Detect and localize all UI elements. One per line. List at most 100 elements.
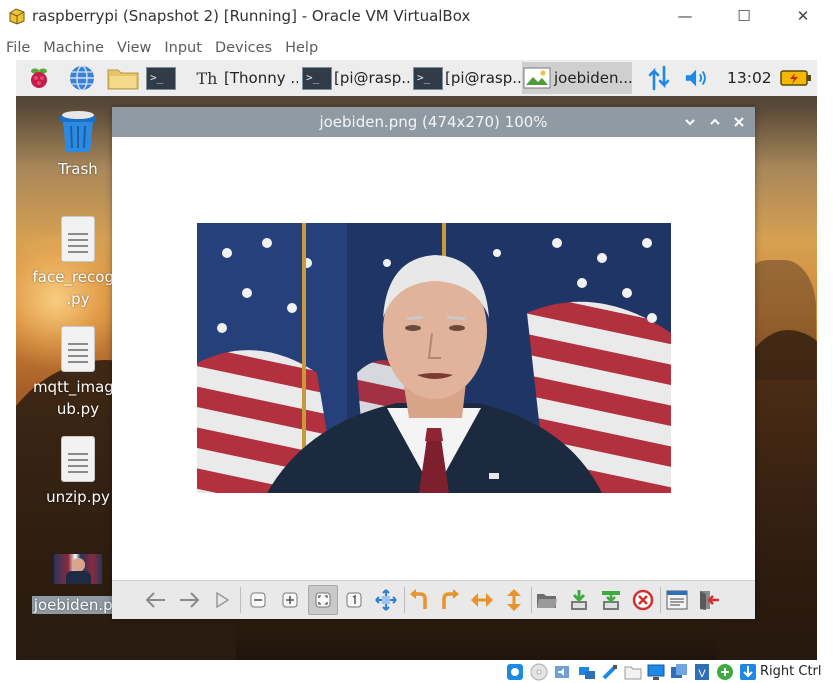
host-title-bar: raspberrypi (Snapshot 2) [Running] - Ora… xyxy=(0,0,833,32)
desktop-icon-label: Trash xyxy=(58,160,98,178)
close-icon: ✕ xyxy=(796,7,810,25)
fit-window-button[interactable] xyxy=(308,585,338,615)
fullscreen-icon xyxy=(375,589,397,611)
open-file-button[interactable] xyxy=(534,587,560,613)
svg-text:V: V xyxy=(698,668,706,680)
zoom-out-button[interactable] xyxy=(245,587,271,613)
flip-horizontal-icon xyxy=(471,593,493,607)
chevron-up-icon xyxy=(710,118,720,125)
image-viewer-window: joebiden.png (474x270) 100% xyxy=(112,107,755,619)
delete-icon xyxy=(632,589,654,611)
maximize-button[interactable]: ☐ xyxy=(714,0,774,32)
task-thonny[interactable]: Th [Thonny ... xyxy=(192,62,299,94)
image-thumbnail-icon xyxy=(54,554,102,584)
window-title: raspberrypi (Snapshot 2) [Running] - Ora… xyxy=(32,7,471,25)
image-viewer-icon xyxy=(522,66,552,90)
displayed-image xyxy=(197,223,671,493)
shared-folders-status-icon[interactable] xyxy=(623,662,643,682)
task-label: joebiden... xyxy=(554,69,632,87)
audio-status-icon[interactable] xyxy=(553,662,573,682)
network-status-icon[interactable] xyxy=(577,662,597,682)
text-file-icon xyxy=(61,436,95,482)
preferences-icon xyxy=(666,590,688,610)
display-status-icon[interactable] xyxy=(646,662,666,682)
taskbar-panel: >_ Th [Thonny ... >_ [pi@rasp... >_ [pi@… xyxy=(16,60,817,96)
web-browser-icon[interactable] xyxy=(69,65,95,91)
file-manager-icon[interactable] xyxy=(106,65,140,91)
slideshow-button[interactable] xyxy=(209,587,235,613)
desktop-icon-label: joebiden.pn xyxy=(31,596,125,614)
previous-button[interactable] xyxy=(143,587,169,613)
volume-icon[interactable] xyxy=(684,65,710,91)
raspberry-menu-icon[interactable] xyxy=(26,65,52,91)
zoom-in-button[interactable] xyxy=(277,587,303,613)
rotate-left-icon xyxy=(410,589,427,609)
optical-drive-status-icon[interactable] xyxy=(529,662,549,682)
quit-button[interactable] xyxy=(696,587,722,613)
viewer-maximize-button[interactable] xyxy=(707,114,723,130)
viewer-minimize-button[interactable] xyxy=(682,114,698,130)
text-file-icon xyxy=(61,216,95,262)
toolbar-separator xyxy=(240,587,241,613)
menu-devices[interactable]: Devices xyxy=(215,40,272,56)
menu-input[interactable]: Input xyxy=(164,40,202,56)
clock[interactable]: 13:02 xyxy=(727,69,772,87)
usb-status-icon[interactable] xyxy=(600,662,620,682)
mouse-integration-icon[interactable] xyxy=(715,662,735,682)
flip-vertical-button[interactable] xyxy=(501,587,527,613)
keyboard-capture-icon[interactable] xyxy=(738,662,758,682)
task-label: [pi@rasp... xyxy=(334,69,410,87)
original-size-button[interactable] xyxy=(341,587,367,613)
minimize-button[interactable]: — xyxy=(655,0,715,32)
host-menu-bar: File Machine View Input Devices Help xyxy=(0,36,833,60)
text-file-icon xyxy=(61,326,95,372)
maximize-icon: ☐ xyxy=(737,7,751,25)
virtualbox-icon xyxy=(9,8,25,25)
guest-screen: >_ Th [Thonny ... >_ [pi@rasp... >_ [pi@… xyxy=(16,60,817,660)
terminal-launcher[interactable]: >_ xyxy=(144,65,178,91)
save-icon xyxy=(571,590,587,610)
menu-file[interactable]: File xyxy=(6,40,30,56)
preferences-button[interactable] xyxy=(664,587,690,613)
task-image-viewer[interactable]: joebiden... xyxy=(522,62,632,94)
minimize-icon: — xyxy=(677,7,693,25)
rotate-right-button[interactable] xyxy=(437,587,463,613)
rotate-right-icon xyxy=(442,589,459,609)
save-button[interactable] xyxy=(566,587,592,613)
network-icon[interactable] xyxy=(646,65,672,91)
task-terminal-1[interactable]: >_ [pi@rasp... xyxy=(302,62,410,94)
close-icon xyxy=(734,117,744,127)
save-as-icon xyxy=(602,591,620,610)
terminal-icon: >_ xyxy=(302,66,332,90)
original-size-icon xyxy=(346,592,362,608)
next-button[interactable] xyxy=(176,587,202,613)
video-capture-status-icon[interactable] xyxy=(669,662,689,682)
zoom-in-icon xyxy=(282,592,298,608)
hard-disk-status-icon[interactable] xyxy=(505,662,525,682)
play-slideshow-icon xyxy=(216,591,230,609)
rotate-left-button[interactable] xyxy=(406,587,432,613)
close-button[interactable]: ✕ xyxy=(773,0,833,32)
delete-button[interactable] xyxy=(630,587,656,613)
chevron-down-icon xyxy=(685,119,695,126)
desktop-icon-label: unzip.py xyxy=(46,488,110,506)
battery-icon[interactable] xyxy=(780,65,812,91)
cpu-status-icon[interactable]: V xyxy=(692,662,712,682)
viewer-title: joebiden.png (474x270) 100% xyxy=(319,113,548,131)
viewer-close-button[interactable] xyxy=(731,114,747,130)
save-as-button[interactable] xyxy=(598,587,624,613)
viewer-title-bar[interactable]: joebiden.png (474x270) 100% xyxy=(112,107,755,137)
quit-icon xyxy=(700,591,719,610)
fullscreen-button[interactable] xyxy=(373,587,399,613)
viewer-toolbar xyxy=(112,580,755,619)
menu-help[interactable]: Help xyxy=(285,40,318,56)
menu-view[interactable]: View xyxy=(117,40,151,56)
menu-machine[interactable]: Machine xyxy=(43,40,104,56)
terminal-icon: >_ xyxy=(413,66,443,90)
flip-horizontal-button[interactable] xyxy=(469,587,495,613)
desktop-icon-label: face_recogn .py xyxy=(32,268,124,308)
task-terminal-2[interactable]: >_ [pi@rasp... xyxy=(413,62,521,94)
previous-icon xyxy=(145,592,165,608)
terminal-icon: >_ xyxy=(146,66,176,90)
next-icon xyxy=(180,592,200,608)
